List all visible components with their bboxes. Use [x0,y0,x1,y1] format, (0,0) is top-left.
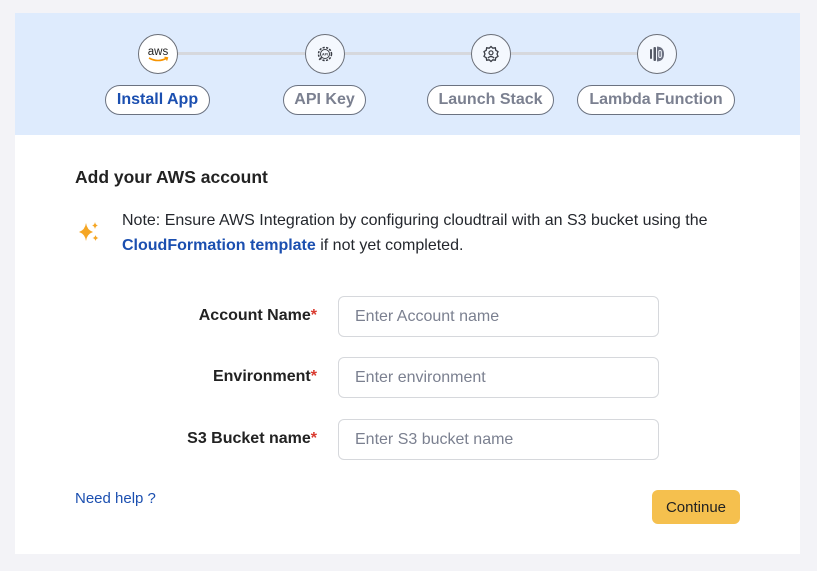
step-label-lambda-function[interactable]: Lambda Function [577,85,735,115]
environment-label: Environment* [213,368,317,386]
note-text-suffix: if not yet completed. [315,237,464,254]
sparkle-icon [79,222,99,241]
integration-note: Note: Ensure AWS Integration by configur… [122,208,762,258]
environment-label-text: Environment [212,368,311,385]
account-name-label: Account Name* [199,307,317,325]
aws-logo-icon: aws [148,46,169,62]
step-label-launch-stack[interactable]: Launch Stack [427,85,554,115]
note-text-prefix: Note: Ensure AWS Integration by configur… [122,212,708,229]
api-gear-icon: API [317,46,333,62]
required-mark: * [310,368,317,385]
s3-bucket-name-label: S3 Bucket name* [187,430,317,448]
svg-text:aws: aws [148,46,169,58]
svg-text:API: API [322,53,328,57]
gear-user-icon [483,45,499,63]
setup-stepper: aws API Install App API Key Launch Stack… [15,13,800,135]
step-icon-launch-stack[interactable] [471,34,511,74]
required-mark: * [310,307,317,324]
step-icon-api-key[interactable]: API [305,34,345,74]
continue-button[interactable]: Continue [652,490,740,524]
account-name-label-text: Account Name [198,307,311,324]
s3-bucket-name-label-text: S3 Bucket name [187,430,311,447]
step-connector [511,52,637,55]
account-name-input[interactable] [338,296,659,337]
step-icon-lambda-function[interactable] [637,34,677,74]
step-label-install-app[interactable]: Install App [105,85,210,115]
environment-input[interactable] [338,357,659,398]
step-label-api-key[interactable]: API Key [283,85,366,115]
required-mark: * [310,430,317,447]
step-icon-install-app[interactable]: aws [138,34,178,74]
step-connector [177,52,305,55]
s3-bucket-name-input[interactable] [338,419,659,460]
cloudformation-template-link[interactable]: CloudFormation template [122,237,316,254]
lambda-function-icon [650,46,664,62]
aws-setup-card: aws API Install App API Key Launch Stack… [15,13,800,554]
page-title: Add your AWS account [75,167,268,187]
step-connector [345,52,471,55]
need-help-link[interactable]: Need help ? [75,490,156,507]
